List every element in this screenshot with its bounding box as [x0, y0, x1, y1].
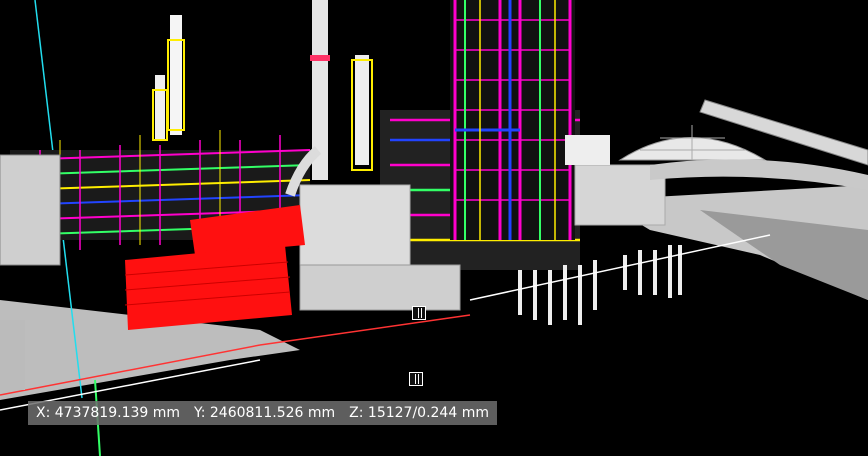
z-value: 15127/0.244 mm [367, 405, 489, 421]
y-coordinate: Y: 2460811.526 mm [194, 401, 335, 425]
y-label: Y: [194, 405, 206, 421]
x-value: 4737819.139 mm [54, 405, 181, 421]
coordinate-readout: X: 4737819.139 mm Y: 2460811.526 mm Z: 1… [28, 401, 497, 425]
snap-cursor-icon [409, 372, 423, 386]
x-coordinate: X: 4737819.139 mm [36, 401, 180, 425]
plant-3d-scene[interactable] [0, 0, 868, 456]
x-label: X: [36, 405, 51, 421]
column-center [351, 55, 373, 171]
3d-model-viewport[interactable]: X: 4737819.139 mm Y: 2460811.526 mm Z: 1… [0, 0, 868, 456]
steel-tower [450, 0, 575, 240]
column-left [152, 15, 185, 141]
snap-cursor-icon [412, 306, 426, 320]
z-label: Z: [349, 405, 364, 421]
dome-storage [618, 99, 868, 190]
y-value: 2460811.526 mm [209, 405, 336, 421]
z-coordinate: Z: 15127/0.244 mm [349, 401, 489, 425]
